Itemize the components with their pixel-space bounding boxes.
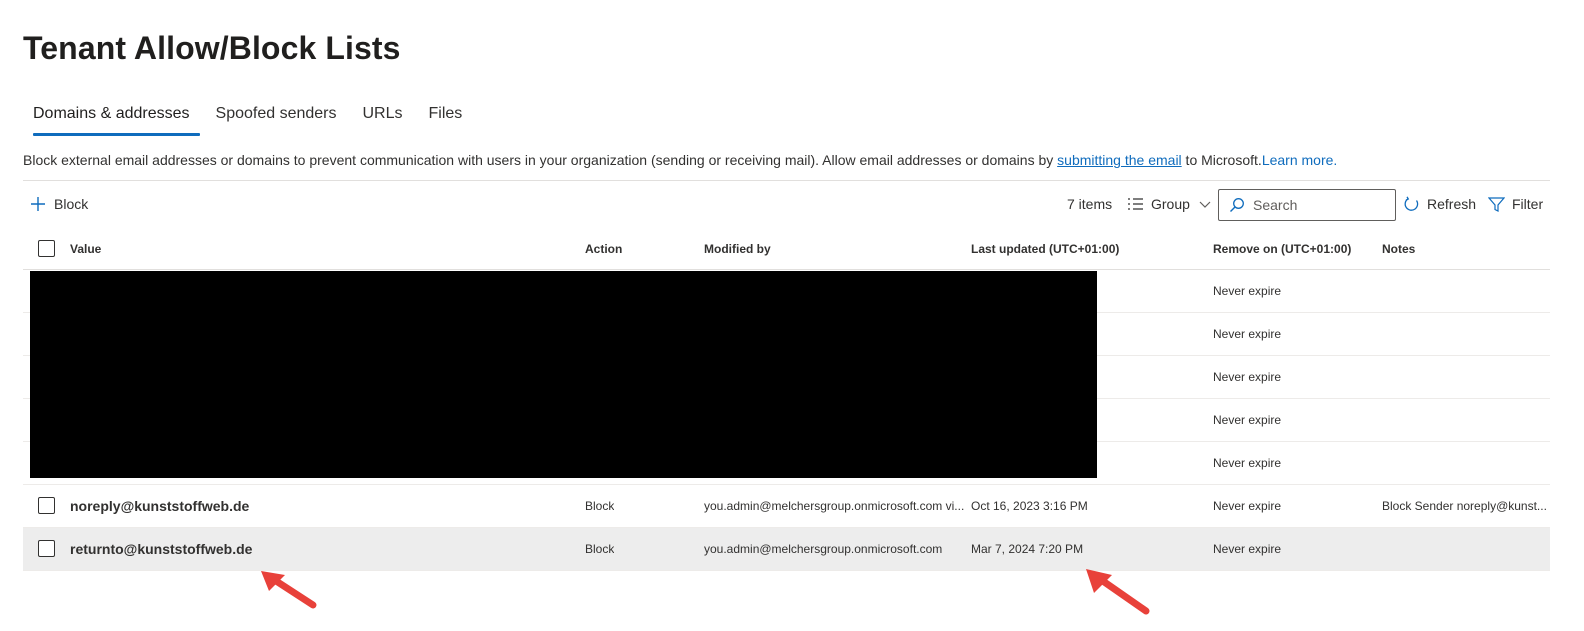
divider (23, 180, 1550, 181)
row-checkbox[interactable] (38, 540, 55, 557)
modified-by-cell: you.admin@melchersgroup.onmicrosoft.com … (704, 499, 964, 513)
search-input[interactable] (1253, 197, 1373, 213)
remove-on-cell: Never expire (1213, 370, 1282, 384)
filter-icon (1488, 196, 1505, 212)
row-checkbox[interactable] (38, 497, 55, 514)
description-after: to Microsoft. (1181, 152, 1262, 168)
remove-on-cell: Never expire (1213, 327, 1282, 341)
last-updated-cell: Oct 16, 2023 3:16 PM (971, 499, 1088, 513)
chevron-down-icon (1199, 201, 1211, 208)
search-icon (1230, 198, 1244, 212)
block-button[interactable]: Block (29, 186, 88, 222)
tab-urls[interactable]: URLs (353, 96, 413, 136)
value-cell[interactable]: returnto@kunststoffweb.de (70, 528, 252, 570)
description-text: Block external email addresses or domain… (23, 152, 1058, 168)
remove-on-cell: Never expire (1213, 456, 1282, 470)
action-cell: Block (585, 542, 615, 556)
table-row[interactable]: returnto@kunststoffweb.de Block you.admi… (23, 528, 1550, 571)
column-header-last-updated[interactable]: Last updated (UTC+01:00) (971, 228, 1119, 270)
page-title: Tenant Allow/Block Lists (23, 30, 401, 66)
column-header-modified-by[interactable]: Modified by (704, 228, 771, 270)
last-updated-cell: Mar 7, 2024 7:20 PM (971, 542, 1084, 556)
annotation-arrow (1086, 569, 1150, 615)
command-bar: Block 7 items Group Refresh Filter (23, 186, 1550, 222)
redaction-block (30, 271, 1097, 478)
notes-cell: Block Sender noreply@kunst... (1382, 499, 1547, 513)
table-header: Value Action Modified by Last updated (U… (23, 228, 1550, 270)
table-row[interactable]: noreply@kunststoffweb.de Block you.admin… (23, 485, 1550, 528)
column-header-notes[interactable]: Notes (1382, 228, 1415, 270)
submitting-email-link[interactable]: submitting the email (1057, 152, 1182, 168)
tab-files[interactable]: Files (419, 96, 473, 136)
remove-on-cell: Never expire (1213, 499, 1282, 513)
tab-domains-addresses[interactable]: Domains & addresses (23, 96, 200, 136)
remove-on-cell: Never expire (1213, 413, 1282, 427)
annotation-arrow (261, 571, 317, 609)
column-header-action[interactable]: Action (585, 228, 622, 270)
tab-spoofed-senders[interactable]: Spoofed senders (206, 96, 347, 136)
column-header-remove-on[interactable]: Remove on (UTC+01:00) (1213, 228, 1351, 270)
refresh-icon (1404, 195, 1419, 211)
filter-label: Filter (1512, 196, 1544, 212)
plus-icon (31, 197, 45, 211)
page-description: Block external email addresses or domain… (23, 152, 1337, 168)
refresh-button[interactable]: Refresh (1403, 186, 1476, 222)
group-list-icon (1128, 198, 1143, 210)
group-label: Group (1151, 196, 1190, 212)
search-box (1218, 189, 1396, 221)
column-header-value[interactable]: Value (70, 228, 101, 270)
select-all-checkbox[interactable] (38, 240, 55, 257)
learn-more-link[interactable]: Learn more. (1262, 152, 1337, 168)
block-button-label: Block (54, 196, 89, 212)
remove-on-cell: Never expire (1213, 284, 1282, 298)
remove-on-cell: Never expire (1213, 542, 1282, 556)
filter-button[interactable]: Filter (1488, 186, 1543, 222)
value-cell[interactable]: noreply@kunststoffweb.de (70, 485, 249, 527)
action-cell: Block (585, 499, 615, 513)
tab-bar: Domains & addresses Spoofed senders URLs… (23, 96, 478, 136)
modified-by-cell: you.admin@melchersgroup.onmicrosoft.com (704, 542, 943, 556)
group-dropdown[interactable]: Group (1127, 186, 1212, 222)
refresh-label: Refresh (1427, 196, 1477, 212)
items-count: 7 items (1067, 196, 1113, 212)
